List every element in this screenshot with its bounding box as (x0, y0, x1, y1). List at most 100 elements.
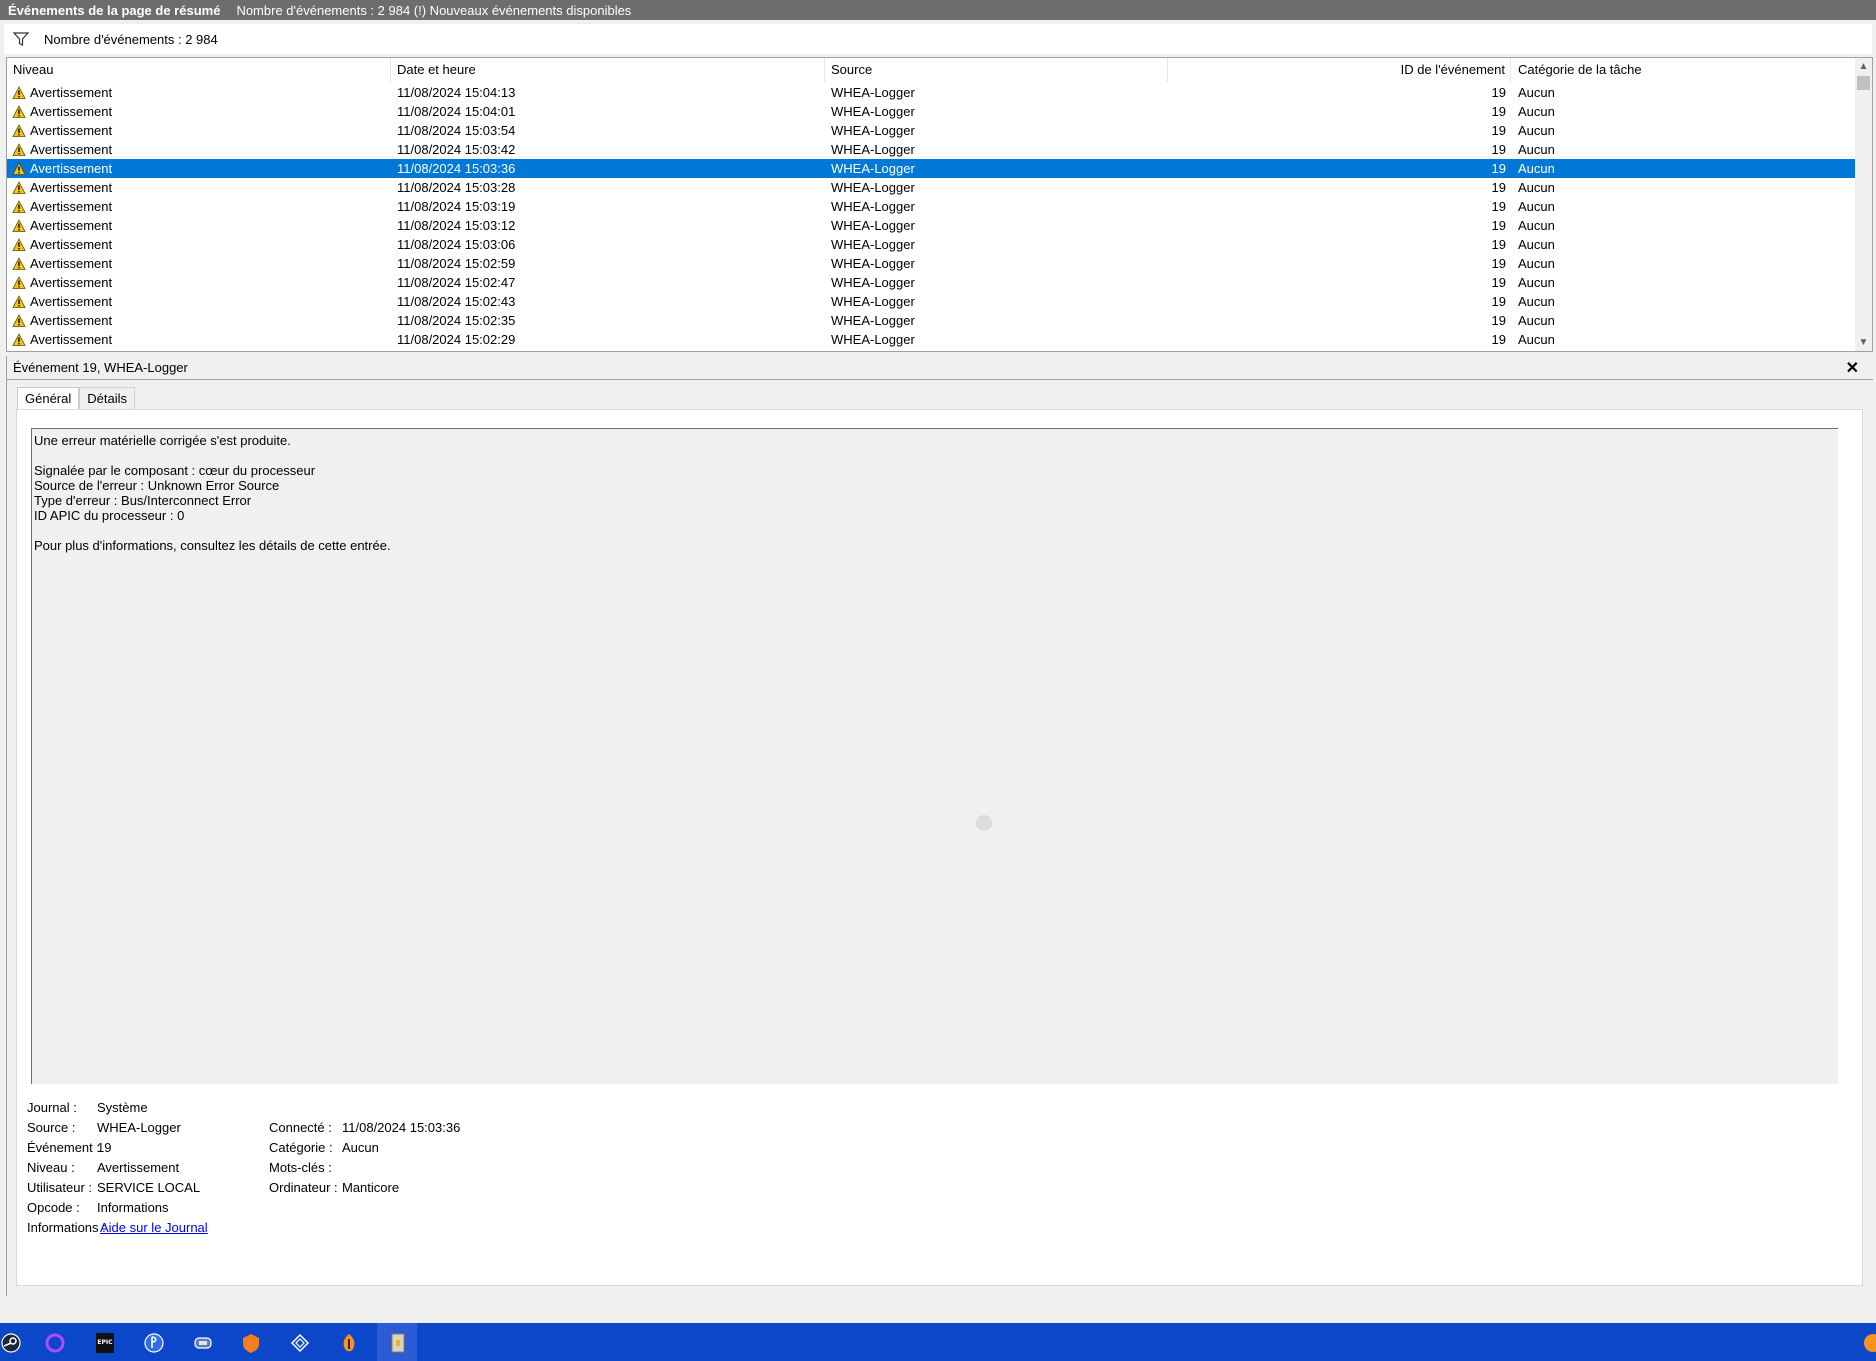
column-header-source[interactable]: Source (825, 58, 1168, 82)
event-category: Aucun (1518, 161, 1555, 176)
event-row[interactable]: Avertissement 11/08/2024 15:02:29 WHEA-Log… (7, 330, 1856, 349)
svg-text:EPIC: EPIC (97, 1339, 113, 1346)
event-message[interactable]: Une erreur matérielle corrigée s'est pro… (31, 428, 1838, 1084)
event-category: Aucun (1518, 180, 1555, 195)
event-category: Aucun (1518, 256, 1555, 271)
warning-icon (12, 123, 26, 137)
event-level-text: Avertissement (30, 161, 113, 176)
column-header-task-category[interactable]: Catégorie de la tâche (1511, 58, 1856, 82)
warning-icon (12, 180, 26, 194)
event-level-text: Avertissement (30, 294, 113, 309)
network-icon[interactable] (289, 1332, 311, 1354)
event-level: Avertissement (7, 330, 391, 349)
column-header-date[interactable]: Date et heure (391, 58, 825, 82)
event-count-status[interactable]: Nombre d'événements : 2 984 (!) Nouveaux… (236, 3, 631, 18)
playstation-icon[interactable] (143, 1332, 165, 1354)
detail-header: Événement 19, WHEA-Logger ✕ (7, 356, 1873, 380)
event-level: Avertissement (7, 254, 391, 273)
event-date: 11/08/2024 15:02:59 (397, 256, 516, 271)
event-level-text: Avertissement (30, 218, 113, 233)
event-row[interactable]: Avertissement 11/08/2024 15:03:28 WHEA-Log… (7, 178, 1856, 197)
event-date: 11/08/2024 15:03:42 (397, 142, 516, 157)
event-row[interactable]: Avertissement 11/08/2024 15:03:06 WHEA-Log… (7, 235, 1856, 254)
event-level-text: Avertissement (30, 180, 113, 195)
event-list[interactable]: Niveau Date et heure Source ID de l'évén… (6, 57, 1873, 352)
warning-icon (12, 218, 26, 232)
taskbar: EPIC (0, 1323, 1876, 1361)
event-category: Aucun (1518, 294, 1555, 309)
event-date: 11/08/2024 15:03:28 (397, 180, 516, 195)
fl-studio-icon[interactable] (338, 1332, 360, 1354)
event-viewer-icon[interactable] (387, 1332, 409, 1354)
event-level-text: Avertissement (30, 104, 113, 119)
filter-icon[interactable] (12, 30, 30, 48)
event-row[interactable]: Avertissement 11/08/2024 15:03:19 WHEA-Log… (7, 197, 1856, 216)
event-source: WHEA-Logger (831, 332, 915, 347)
cortana-ring-icon[interactable] (44, 1332, 66, 1354)
prop-info-label: Informations : (27, 1220, 106, 1235)
event-date: 11/08/2024 15:02:29 (397, 332, 516, 347)
scroll-up-icon[interactable]: ▲ (1855, 58, 1872, 75)
tab-details[interactable]: Détails (79, 387, 135, 409)
event-id: 19 (1491, 237, 1506, 252)
vertical-scrollbar[interactable]: ▲ ▼ (1855, 58, 1872, 351)
warning-icon (12, 332, 26, 346)
event-level-text: Avertissement (30, 123, 113, 138)
event-id: 19 (1491, 332, 1506, 347)
event-level-text: Avertissement (30, 275, 113, 290)
event-rows: Avertissement 11/08/2024 15:04:13 WHEA-Log… (7, 83, 1856, 349)
window-title: Événements de la page de résumé (8, 2, 221, 18)
event-row[interactable]: Avertissement 11/08/2024 15:03:42 WHEA-Log… (7, 140, 1856, 159)
event-id: 19 (1491, 85, 1506, 100)
event-level: Avertissement (7, 159, 391, 178)
event-row[interactable]: Avertissement 11/08/2024 15:04:01 WHEA-Log… (7, 102, 1856, 121)
event-id: 19 (1491, 275, 1506, 290)
prop-computer: Ordinateur : Manticore (269, 1176, 399, 1200)
epic-games-icon[interactable]: EPIC (94, 1332, 116, 1354)
notification-icon[interactable] (1862, 1332, 1876, 1354)
event-source: WHEA-Logger (831, 161, 915, 176)
warning-icon (12, 142, 26, 156)
prop-info: Informations : Aide sur le Journal (27, 1216, 208, 1240)
event-source: WHEA-Logger (831, 104, 915, 119)
window-titlebar: Événements de la page de résumé Nombre d… (0, 0, 1876, 20)
journal-help-link[interactable]: Aide sur le Journal (100, 1216, 208, 1240)
event-id: 19 (1491, 313, 1506, 328)
event-level-text: Avertissement (30, 237, 113, 252)
event-category: Aucun (1518, 313, 1555, 328)
warning-icon (12, 85, 26, 99)
tab-general[interactable]: Général (17, 387, 80, 409)
event-category: Aucun (1518, 237, 1555, 252)
event-category: Aucun (1518, 123, 1555, 138)
event-row[interactable]: Avertissement 11/08/2024 15:03:54 WHEA-Log… (7, 121, 1856, 140)
column-header-level[interactable]: Niveau (7, 58, 391, 82)
event-source: WHEA-Logger (831, 199, 915, 214)
event-category: Aucun (1518, 142, 1555, 157)
event-row[interactable]: Avertissement 11/08/2024 15:04:13 WHEA-Log… (7, 83, 1856, 102)
event-date: 11/08/2024 15:02:43 (397, 294, 516, 309)
warning-icon (12, 199, 26, 213)
warning-icon (12, 237, 26, 251)
event-row[interactable]: Avertissement 11/08/2024 15:02:59 WHEA-Log… (7, 254, 1856, 273)
event-row[interactable]: Avertissement 11/08/2024 15:02:35 WHEA-Log… (7, 311, 1856, 330)
event-row[interactable]: Avertissement 11/08/2024 15:02:43 WHEA-Log… (7, 292, 1856, 311)
event-source: WHEA-Logger (831, 275, 915, 290)
event-row[interactable]: Avertissement 11/08/2024 15:03:12 WHEA-Log… (7, 216, 1856, 235)
event-category: Aucun (1518, 85, 1555, 100)
event-source: WHEA-Logger (831, 256, 915, 271)
warning-icon (12, 275, 26, 289)
scrollbar-thumb[interactable] (1857, 76, 1870, 90)
column-header-event-id[interactable]: ID de l'événement (1168, 58, 1511, 82)
event-id: 19 (1491, 123, 1506, 138)
close-icon[interactable]: ✕ (1846, 358, 1859, 378)
scroll-down-icon[interactable]: ▼ (1855, 334, 1872, 351)
event-id: 19 (1491, 294, 1506, 309)
event-row[interactable]: Avertissement 11/08/2024 15:02:47 WHEA-Log… (7, 273, 1856, 292)
steam-icon[interactable] (0, 1332, 22, 1354)
prop-computer-value: Manticore (342, 1180, 400, 1195)
bitdefender-icon[interactable] (240, 1332, 262, 1354)
controller-icon[interactable] (192, 1332, 214, 1354)
event-level: Avertissement (7, 216, 391, 235)
event-level-text: Avertissement (30, 85, 113, 100)
event-row[interactable]: Avertissement 11/08/2024 15:03:36 WHEA-Log… (7, 159, 1856, 178)
